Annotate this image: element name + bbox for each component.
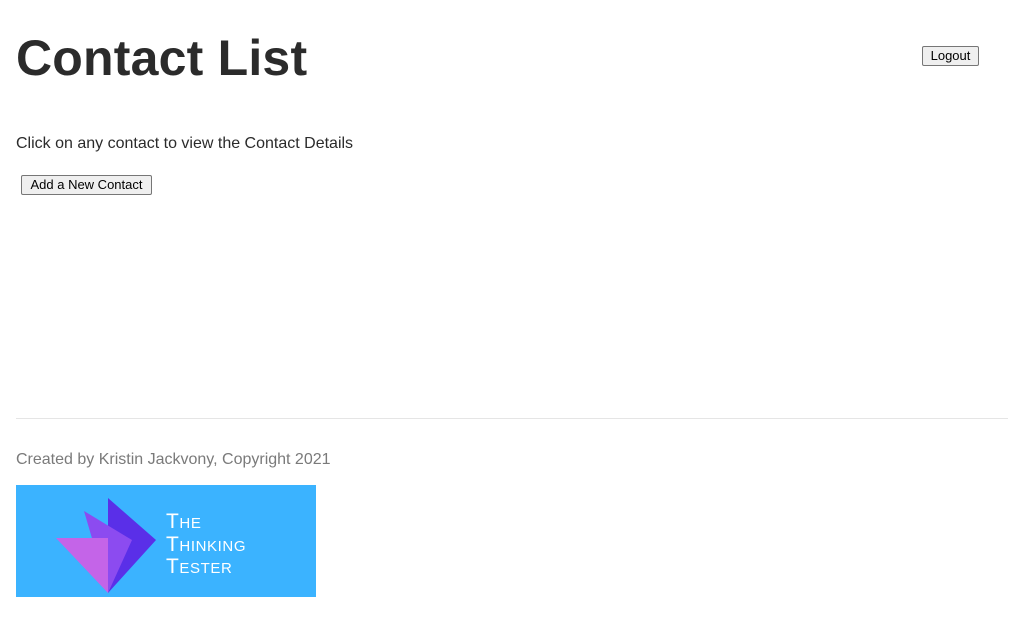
logo-text-line-2: Thinking (166, 532, 247, 556)
contact-list-page: Contact List Logout Click on any contact… (0, 0, 1024, 617)
logo-text-line-3: Tester (166, 555, 233, 578)
instructions-text: Click on any contact to view the Contact… (16, 135, 354, 152)
page-title: Contact List (16, 30, 308, 86)
add-contact-button[interactable]: Add a New Contact (21, 175, 152, 195)
footer-credit: Created by Kristin Jackvony, Copyright 2… (16, 451, 331, 468)
logout-button[interactable]: Logout (922, 46, 979, 66)
thinking-tester-logo: The Thinking Tester (16, 485, 316, 597)
logo-text-line-1: The (166, 510, 202, 533)
footer-divider (16, 418, 1008, 419)
